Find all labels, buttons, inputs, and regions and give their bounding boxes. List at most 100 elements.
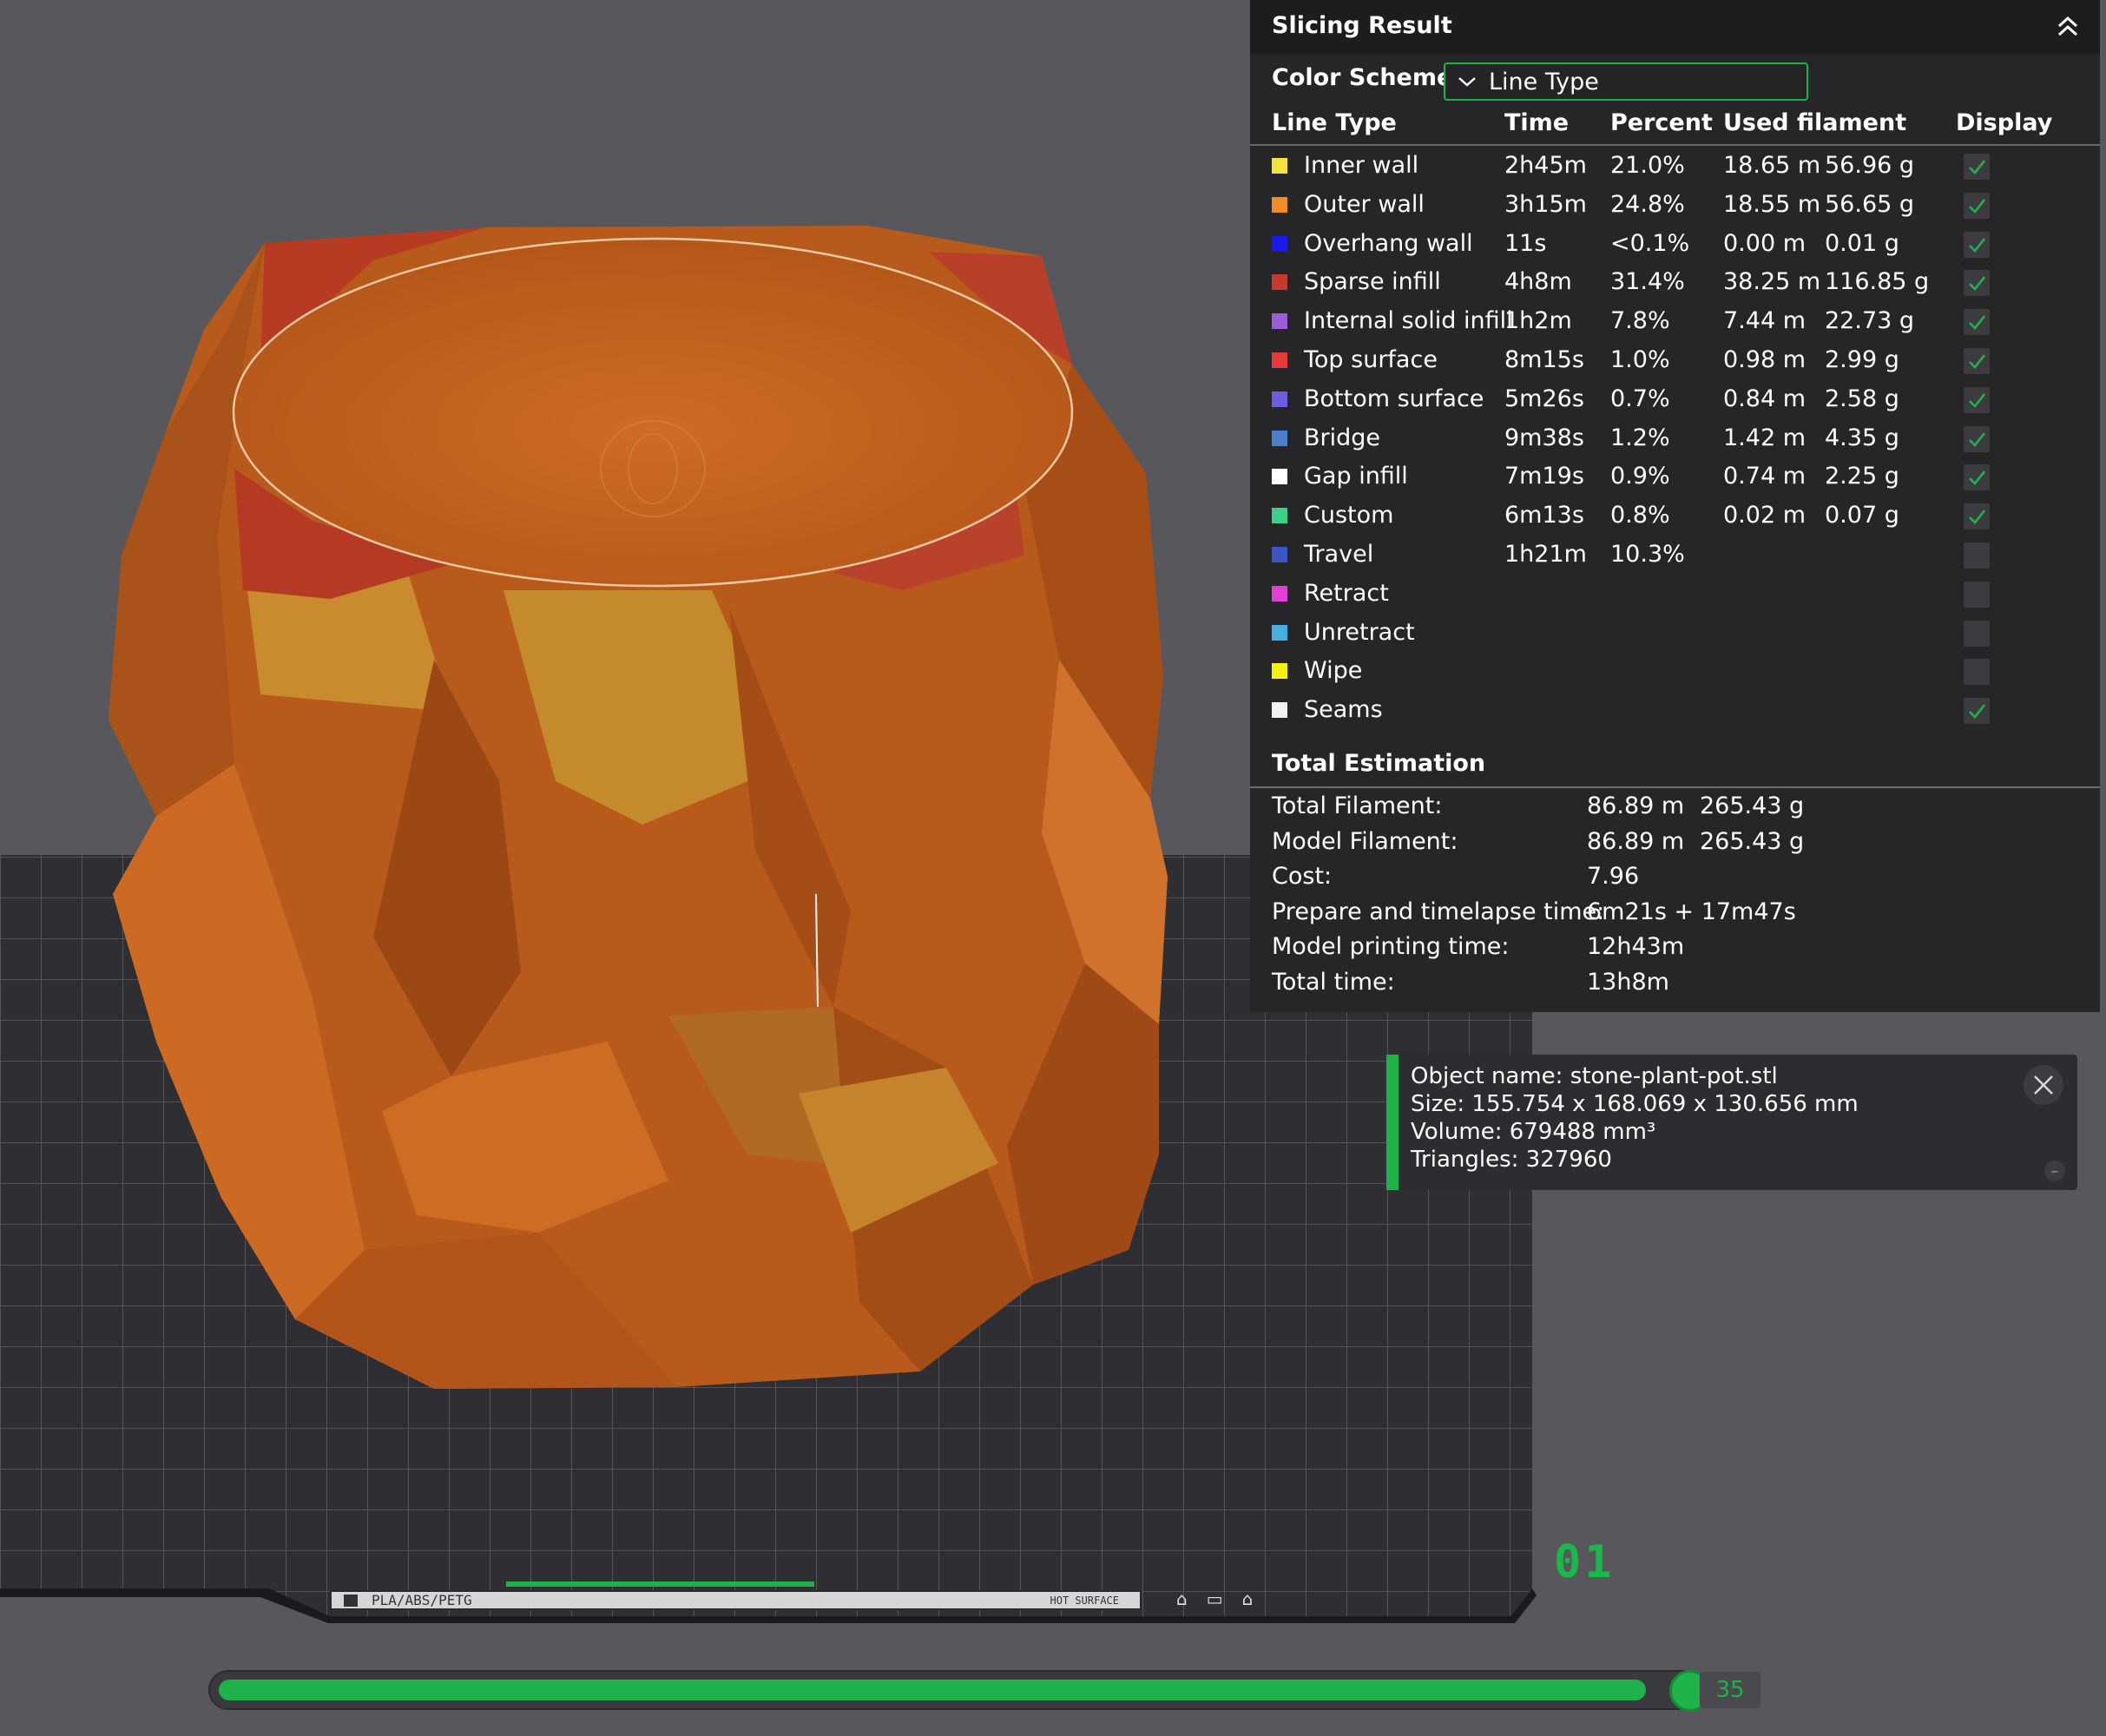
cell-name: Inner wall xyxy=(1304,152,1419,179)
table-row: Custom 6m13s 0.8% 0.02 m 0.07 g xyxy=(1250,496,2100,535)
table-row: Inner wall 2h45m 21.0% 18.65 m 56.96 g xyxy=(1250,146,2100,185)
color-swatch xyxy=(1272,196,1287,213)
color-swatch xyxy=(1272,352,1287,368)
cell-percent: 10.3% xyxy=(1610,540,1685,568)
total-estimation-table: Total Filament: 86.89 m 265.43 g Model Fila… xyxy=(1250,792,2100,1003)
color-swatch xyxy=(1272,663,1287,680)
total-value: 86.89 m xyxy=(1587,792,1685,819)
cell-name: Seams xyxy=(1304,696,1383,724)
sliced-model[interactable] xyxy=(109,226,1168,1389)
column-header-line-type: Line Type xyxy=(1272,109,1397,136)
color-swatch xyxy=(1272,430,1287,446)
table-row: Travel 1h21m 10.3% xyxy=(1250,535,2100,574)
close-button[interactable] xyxy=(2024,1065,2063,1105)
plate-settings-icon[interactable]: ⌂ xyxy=(1242,1588,1254,1609)
display-checkbox[interactable] xyxy=(1964,620,1990,647)
color-scheme-dropdown[interactable]: Line Type xyxy=(1444,62,1808,101)
check-icon xyxy=(1969,160,1986,174)
minus-icon[interactable]: – xyxy=(2044,1161,2065,1181)
cell-name: Unretract xyxy=(1304,618,1415,646)
cell-percent: <0.1% xyxy=(1610,229,1690,257)
cell-percent: 0.9% xyxy=(1610,463,1670,490)
cell-weight: 116.85 g xyxy=(1825,268,1930,296)
display-checkbox[interactable] xyxy=(1964,503,1990,530)
cell-percent: 7.8% xyxy=(1610,307,1670,335)
table-row: Bottom surface 5m26s 0.7% 0.84 m 2.58 g xyxy=(1250,379,2100,418)
cell-weight: 56.96 g xyxy=(1825,152,1915,179)
plate-number: 01 xyxy=(1554,1536,1616,1588)
cell-percent: 1.0% xyxy=(1610,345,1670,373)
cell-weight: 2.58 g xyxy=(1825,385,1899,412)
divider xyxy=(1250,786,2100,788)
check-icon xyxy=(1969,315,1986,331)
cell-length: 18.65 m xyxy=(1723,152,1821,179)
check-icon xyxy=(1969,198,1986,214)
color-swatch xyxy=(1272,585,1287,602)
plate-progress-marker xyxy=(506,1581,814,1587)
total-value: 86.89 m xyxy=(1587,827,1685,855)
layer-slider[interactable]: 35 xyxy=(208,1668,1760,1712)
display-checkbox[interactable] xyxy=(1964,425,1990,452)
cell-length: 7.44 m xyxy=(1723,307,1807,335)
display-checkbox[interactable] xyxy=(1964,542,1990,569)
lock-icon[interactable]: ⌂ xyxy=(1176,1588,1188,1609)
cell-percent: 31.4% xyxy=(1610,268,1685,296)
table-row: Seams xyxy=(1250,690,2100,729)
display-checkbox[interactable] xyxy=(1964,698,1990,725)
cell-name: Outer wall xyxy=(1304,190,1425,218)
color-scheme-value: Line Type xyxy=(1489,68,1599,95)
plate-frame-icon[interactable]: ▭ xyxy=(1207,1588,1223,1609)
table-row: Unretract xyxy=(1250,613,2100,652)
check-icon xyxy=(1969,354,1986,369)
cell-weight: 22.73 g xyxy=(1825,307,1915,335)
panel-header[interactable]: Slicing Result xyxy=(1250,0,2100,54)
cell-name: Sparse infill xyxy=(1304,268,1441,296)
total-row: Total time: 13h8m xyxy=(1250,968,2100,1003)
cell-time: 6m13s xyxy=(1504,502,1584,529)
cell-length: 0.84 m xyxy=(1723,385,1807,412)
slider-value: 35 xyxy=(1700,1672,1760,1708)
display-checkbox[interactable] xyxy=(1964,581,1990,608)
total-value2: 265.43 g xyxy=(1700,792,1805,819)
total-row: Cost: 7.96 xyxy=(1250,862,2100,898)
slicing-result-panel: Slicing Result Color Scheme Line Type Li… xyxy=(1250,0,2100,1012)
cell-length: 0.02 m xyxy=(1723,502,1807,529)
color-swatch xyxy=(1272,624,1287,641)
total-label: Cost: xyxy=(1272,863,1333,890)
display-checkbox[interactable] xyxy=(1964,659,1990,686)
cell-percent: 0.7% xyxy=(1610,385,1670,412)
cell-name: Wipe xyxy=(1304,657,1363,685)
cell-name: Internal solid infill xyxy=(1304,307,1513,335)
display-checkbox[interactable] xyxy=(1964,192,1990,219)
color-swatch xyxy=(1272,313,1287,330)
cell-percent: 21.0% xyxy=(1610,152,1685,179)
cell-time: 3h15m xyxy=(1504,190,1587,218)
cell-length: 0.00 m xyxy=(1723,229,1807,257)
cell-length: 18.55 m xyxy=(1723,190,1821,218)
color-scheme-label: Color Scheme xyxy=(1272,64,1453,91)
cell-length: 0.98 m xyxy=(1723,345,1807,373)
total-estimation-title: Total Estimation xyxy=(1272,750,1486,777)
display-checkbox[interactable] xyxy=(1964,464,1990,491)
table-row: Bridge 9m38s 1.2% 1.42 m 4.35 g xyxy=(1250,418,2100,457)
chevron-down-icon xyxy=(1458,77,1476,87)
display-checkbox[interactable] xyxy=(1964,154,1990,180)
display-checkbox[interactable] xyxy=(1964,231,1990,258)
total-label: Total time: xyxy=(1272,968,1395,996)
check-icon xyxy=(1969,276,1986,292)
total-row: Model printing time: 12h43m xyxy=(1250,932,2100,968)
display-checkbox[interactable] xyxy=(1964,347,1990,374)
display-checkbox[interactable] xyxy=(1964,309,1990,336)
display-checkbox[interactable] xyxy=(1964,270,1990,297)
display-checkbox[interactable] xyxy=(1964,386,1990,413)
cell-length: 1.42 m xyxy=(1723,424,1807,451)
double-chevron-up-icon[interactable] xyxy=(2053,12,2083,42)
total-label: Total Filament: xyxy=(1272,792,1443,819)
column-header-display: Display xyxy=(1956,109,2053,136)
cell-name: Travel xyxy=(1304,540,1374,568)
table-row: Internal solid infill 1h2m 7.8% 7.44 m 22.73… xyxy=(1250,301,2100,340)
total-label: Model Filament: xyxy=(1272,827,1458,855)
check-icon xyxy=(1969,510,1986,525)
plate-material-text: PLA/ABS/PETG xyxy=(372,1592,472,1608)
table-row: Overhang wall 11s <0.1% 0.00 m 0.01 g xyxy=(1250,224,2100,263)
